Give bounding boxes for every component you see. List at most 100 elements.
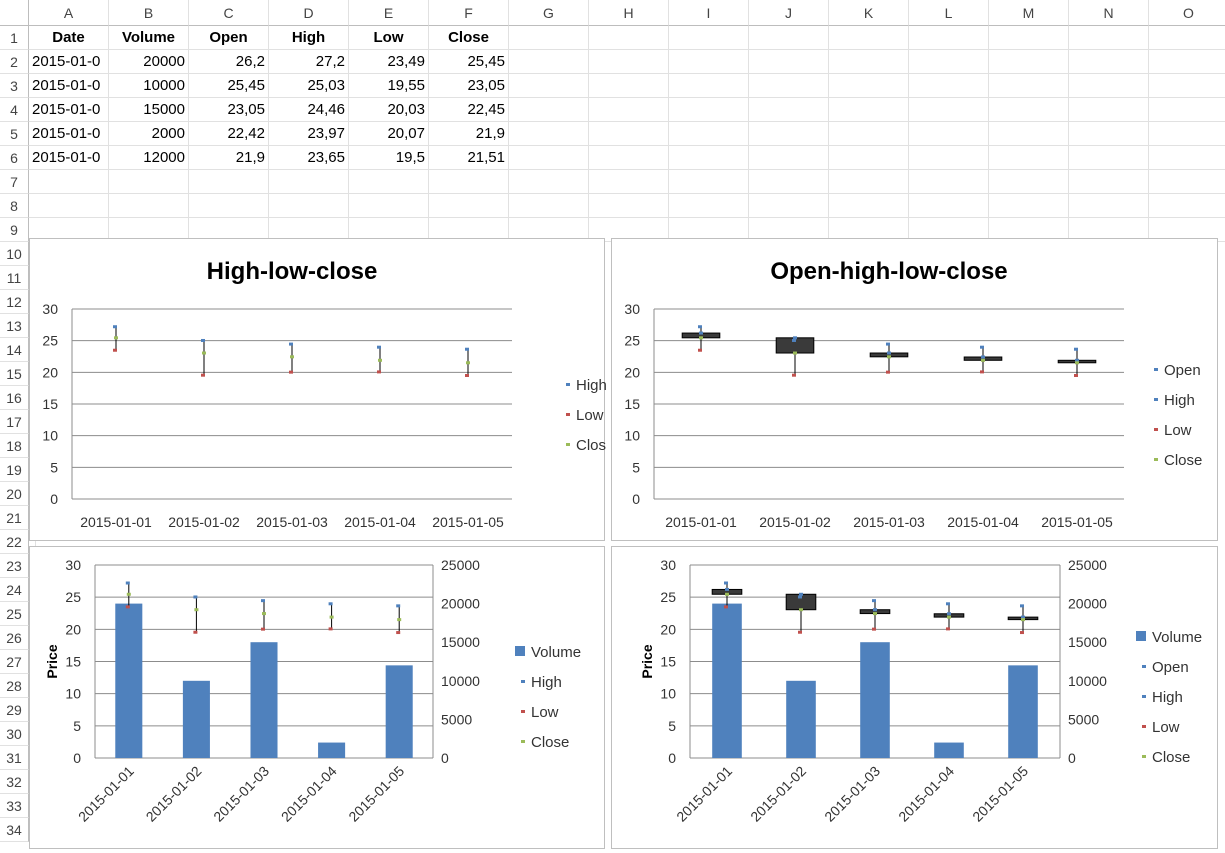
row-header-13[interactable]: 13 bbox=[0, 314, 29, 338]
legend-item-high[interactable]: High bbox=[566, 377, 606, 394]
cell-j3[interactable] bbox=[749, 74, 829, 98]
column-header-e[interactable]: E bbox=[349, 0, 429, 26]
cell-a6[interactable]: 2015-01-0 bbox=[29, 146, 109, 170]
chart-open-high-low-close[interactable]: Open-high-low-close 0 5 10 15 20 25 30 2015-01-0… bbox=[611, 238, 1218, 541]
column-header-g[interactable]: G bbox=[509, 0, 589, 26]
cell-o7[interactable] bbox=[1149, 170, 1225, 194]
column-header-a[interactable]: A bbox=[29, 0, 109, 26]
chart-high-low-close[interactable]: High-low-close 0 5 10 15 20 25 30 2015-01-01 2015… bbox=[29, 238, 606, 541]
row-header-30[interactable]: 30 bbox=[0, 722, 29, 746]
row-header-23[interactable]: 23 bbox=[0, 554, 29, 578]
column-header-o[interactable]: O bbox=[1149, 0, 1225, 26]
cell-f4[interactable]: 22,45 bbox=[429, 98, 509, 122]
row-header-32[interactable]: 32 bbox=[0, 770, 29, 794]
column-header-n[interactable]: N bbox=[1069, 0, 1149, 26]
cell-a5[interactable]: 2015-01-0 bbox=[29, 122, 109, 146]
column-header-j[interactable]: J bbox=[749, 0, 829, 26]
cell-j4[interactable] bbox=[749, 98, 829, 122]
cell-f3[interactable]: 23,05 bbox=[429, 74, 509, 98]
cell-l5[interactable] bbox=[909, 122, 989, 146]
row-header-15[interactable]: 15 bbox=[0, 362, 29, 386]
legend-item-close[interactable]: Close bbox=[521, 734, 569, 751]
row-header-12[interactable]: 12 bbox=[0, 290, 29, 314]
cell-e4[interactable]: 20,03 bbox=[349, 98, 429, 122]
cell-c5[interactable]: 22,42 bbox=[189, 122, 269, 146]
legend-item-close[interactable]: Close bbox=[1154, 452, 1202, 469]
cell-b1[interactable]: Volume bbox=[109, 26, 189, 50]
cell-f6[interactable]: 21,51 bbox=[429, 146, 509, 170]
row-header-7[interactable]: 7 bbox=[0, 170, 29, 194]
cell-c2[interactable]: 26,2 bbox=[189, 50, 269, 74]
row-header-3[interactable]: 3 bbox=[0, 74, 29, 98]
chart-volume-high-low-close[interactable]: 0 5 10 15 20 25 30 0 5000 10000 15000 20000 25000 Pri… bbox=[29, 546, 605, 849]
cell-c1[interactable]: Open bbox=[189, 26, 269, 50]
cell-n5[interactable] bbox=[1069, 122, 1149, 146]
cell-n2[interactable] bbox=[1069, 50, 1149, 74]
cell-f7[interactable] bbox=[429, 170, 509, 194]
row-header-8[interactable]: 8 bbox=[0, 194, 29, 218]
cell-n6[interactable] bbox=[1069, 146, 1149, 170]
column-header-m[interactable]: M bbox=[989, 0, 1069, 26]
row-header-17[interactable]: 17 bbox=[0, 410, 29, 434]
cell-c8[interactable] bbox=[189, 194, 269, 218]
cell-h7[interactable] bbox=[589, 170, 669, 194]
row-header-16[interactable]: 16 bbox=[0, 386, 29, 410]
cell-o4[interactable] bbox=[1149, 98, 1225, 122]
cell-o1[interactable] bbox=[1149, 26, 1225, 50]
cell-j7[interactable] bbox=[749, 170, 829, 194]
cell-m5[interactable] bbox=[989, 122, 1069, 146]
column-header-f[interactable]: F bbox=[429, 0, 509, 26]
cell-l1[interactable] bbox=[909, 26, 989, 50]
cell-e2[interactable]: 23,49 bbox=[349, 50, 429, 74]
cell-b6[interactable]: 12000 bbox=[109, 146, 189, 170]
cell-m2[interactable] bbox=[989, 50, 1069, 74]
cell-n4[interactable] bbox=[1069, 98, 1149, 122]
row-header-19[interactable]: 19 bbox=[0, 458, 29, 482]
cell-j6[interactable] bbox=[749, 146, 829, 170]
cell-d7[interactable] bbox=[269, 170, 349, 194]
cell-k3[interactable] bbox=[829, 74, 909, 98]
legend-item-high[interactable]: High bbox=[521, 674, 562, 691]
cell-h3[interactable] bbox=[589, 74, 669, 98]
cell-g2[interactable] bbox=[509, 50, 589, 74]
select-all-corner[interactable] bbox=[0, 0, 29, 26]
cell-c4[interactable]: 23,05 bbox=[189, 98, 269, 122]
row-header-26[interactable]: 26 bbox=[0, 626, 29, 650]
cell-g4[interactable] bbox=[509, 98, 589, 122]
cell-o2[interactable] bbox=[1149, 50, 1225, 74]
cell-k1[interactable] bbox=[829, 26, 909, 50]
row-header-20[interactable]: 20 bbox=[0, 482, 29, 506]
cell-j1[interactable] bbox=[749, 26, 829, 50]
cell-a2[interactable]: 2015-01-0 bbox=[29, 50, 109, 74]
column-header-i[interactable]: I bbox=[669, 0, 749, 26]
row-header-10[interactable]: 10 bbox=[0, 242, 29, 266]
cell-l4[interactable] bbox=[909, 98, 989, 122]
cell-a7[interactable] bbox=[29, 170, 109, 194]
row-header-2[interactable]: 2 bbox=[0, 50, 29, 74]
cell-o6[interactable] bbox=[1149, 146, 1225, 170]
cell-c3[interactable]: 25,45 bbox=[189, 74, 269, 98]
cell-l3[interactable] bbox=[909, 74, 989, 98]
column-header-d[interactable]: D bbox=[269, 0, 349, 26]
cell-m3[interactable] bbox=[989, 74, 1069, 98]
cell-g5[interactable] bbox=[509, 122, 589, 146]
cell-g6[interactable] bbox=[509, 146, 589, 170]
cell-d8[interactable] bbox=[269, 194, 349, 218]
cell-k7[interactable] bbox=[829, 170, 909, 194]
cell-h5[interactable] bbox=[589, 122, 669, 146]
cell-g1[interactable] bbox=[509, 26, 589, 50]
cell-i3[interactable] bbox=[669, 74, 749, 98]
legend-item-low[interactable]: Low bbox=[566, 407, 604, 424]
cell-g3[interactable] bbox=[509, 74, 589, 98]
row-header-1[interactable]: 1 bbox=[0, 26, 29, 50]
cell-k4[interactable] bbox=[829, 98, 909, 122]
cell-i8[interactable] bbox=[669, 194, 749, 218]
row-header-29[interactable]: 29 bbox=[0, 698, 29, 722]
cell-h8[interactable] bbox=[589, 194, 669, 218]
legend-item-high[interactable]: High bbox=[1154, 392, 1195, 409]
cell-h6[interactable] bbox=[589, 146, 669, 170]
row-header-33[interactable]: 33 bbox=[0, 794, 29, 818]
cell-f5[interactable]: 21,9 bbox=[429, 122, 509, 146]
cell-d6[interactable]: 23,65 bbox=[269, 146, 349, 170]
cell-m8[interactable] bbox=[989, 194, 1069, 218]
